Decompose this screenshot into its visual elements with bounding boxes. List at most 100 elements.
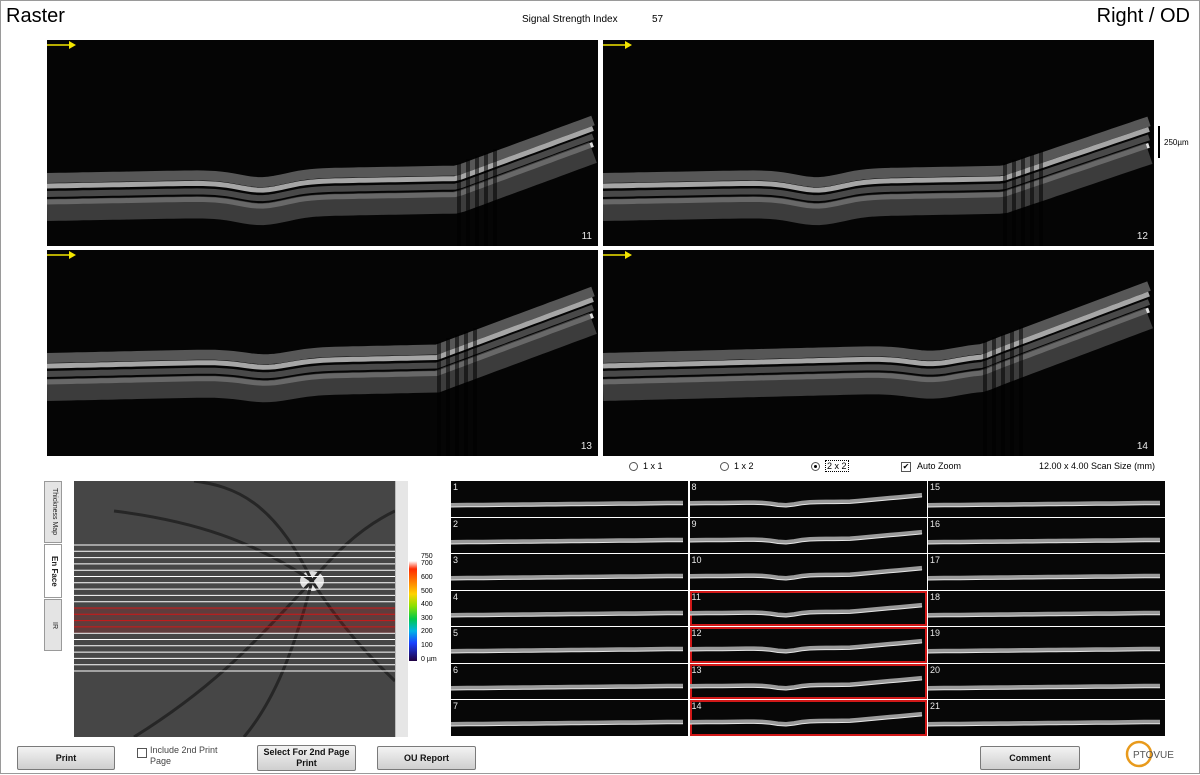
vessel-shadow <box>1030 153 1034 246</box>
en-face-scroll-edge <box>395 481 408 737</box>
thumbnail-oct-image <box>689 565 922 581</box>
vessel-shadow <box>992 337 996 456</box>
thumbnail-oct-image <box>689 711 922 727</box>
tab-thickness-map[interactable]: Thickness Map <box>44 481 62 543</box>
layout-1x1-label: 1 x 1 <box>643 461 663 471</box>
thickness-color-scale <box>409 561 417 661</box>
bscan-thumbnail[interactable]: 7 <box>451 700 688 736</box>
thumbnail-oct-image <box>689 529 922 545</box>
arrow-icon <box>47 251 76 259</box>
checkmark-icon: ✔ <box>901 461 911 472</box>
bscan-thumbnail[interactable]: 19 <box>928 627 1165 663</box>
bscan-thumbnail[interactable]: 4 <box>451 590 688 626</box>
thumbnail-oct-image <box>928 683 1161 690</box>
bscan-panel[interactable]: 13 <box>47 250 598 456</box>
thumbnail-number: 14 <box>691 701 702 711</box>
radio-selected-icon <box>811 462 820 472</box>
vessel-shadow <box>1001 333 1005 456</box>
thumbnail-number: 13 <box>691 664 702 675</box>
thumbnail-number: 21 <box>930 701 941 711</box>
bscan-panel[interactable]: 11 <box>47 40 598 246</box>
logo-mark: PTOVUE <box>1125 740 1174 768</box>
comment-button[interactable]: Comment <box>980 746 1080 770</box>
scale-bar-label: 250µm <box>1164 138 1189 147</box>
tab-ir[interactable]: IR <box>44 599 62 651</box>
bscan-thumbnail[interactable]: 2 <box>451 517 688 553</box>
retina-oct-image <box>47 115 597 246</box>
bscan-thumbnail[interactable]: 15 <box>928 481 1165 517</box>
thumbnail-oct-image <box>928 573 1161 581</box>
thumbnail-number: 7 <box>453 701 459 711</box>
color-scale-label: 600 <box>421 574 433 581</box>
bscan-thumbnail[interactable]: 11 <box>689 590 927 626</box>
thumbnail-number: 16 <box>930 518 941 529</box>
retina-oct-image <box>603 116 1153 246</box>
bscan-thumbnail[interactable]: 18 <box>928 590 1165 626</box>
scan-size-label: 12.00 x 4.00 Scan Size (mm) <box>1039 461 1156 471</box>
bscan-panel[interactable]: 12 <box>603 40 1154 246</box>
thumbnail-number: 8 <box>691 482 697 492</box>
signal-strength-label: Signal Strength Index <box>522 14 618 25</box>
radio-icon <box>629 462 638 472</box>
layout-2x2-option[interactable]: 2 x 2 <box>811 460 849 472</box>
signal-strength-value: 57 <box>652 14 664 25</box>
bscan-thumbnail[interactable]: 12 <box>689 627 927 663</box>
vessel-shadow <box>475 155 479 246</box>
bscan-thumbnail[interactable]: 5 <box>451 627 688 663</box>
radio-icon <box>720 462 729 472</box>
page-title: Raster <box>6 5 65 27</box>
en-face-image[interactable] <box>74 481 395 737</box>
bscan-thumbnail[interactable]: 20 <box>928 663 1165 699</box>
thumbnail-oct-image <box>451 573 684 581</box>
bscan-thumbnail[interactable]: 8 <box>689 481 927 517</box>
color-scale-label: 300 <box>421 615 433 622</box>
color-scale-label: 400 <box>421 601 433 608</box>
retina-oct-image <box>603 281 1153 456</box>
vessel-shadow <box>455 334 459 456</box>
print-button[interactable]: Print <box>17 746 115 770</box>
thumbnail-oct-image <box>689 602 922 618</box>
auto-zoom-label: Auto Zoom <box>917 461 962 471</box>
bscan-thumbnail[interactable]: 1 <box>451 481 688 517</box>
layout-2x2-label: 2 x 2 <box>825 460 849 472</box>
vessel-shadow <box>1021 156 1025 246</box>
thumbnail-number: 9 <box>691 518 697 529</box>
layout-1x2-option[interactable]: 1 x 2 <box>720 461 754 472</box>
bscan-thumbnail[interactable]: 21 <box>928 700 1165 736</box>
thumbnail-oct-image <box>928 500 1161 508</box>
bscan-thumbnail[interactable]: 3 <box>451 554 688 590</box>
bscan-thumbnail[interactable]: 16 <box>928 517 1165 553</box>
vessel-shadow <box>1010 330 1014 456</box>
vessel-shadow <box>446 338 450 456</box>
auto-zoom-checkbox[interactable]: ✔ Auto Zoom <box>901 461 961 472</box>
thumbnail-number: 3 <box>453 555 459 565</box>
arrow-icon <box>603 41 632 49</box>
color-scale-label: 200 <box>421 628 433 635</box>
thumbnail-oct-image <box>451 500 684 508</box>
selected-scan-region <box>74 608 395 633</box>
bscan-thumbnail[interactable]: 6 <box>451 663 688 699</box>
vessel-shadow <box>437 341 441 456</box>
thumbnail-oct-image <box>451 683 684 690</box>
select-for-2nd-page-print-button[interactable]: Select For 2nd Page Print <box>257 745 356 771</box>
layout-1x1-option[interactable]: 1 x 1 <box>629 461 663 472</box>
bscan-thumbnail[interactable]: 13 <box>689 663 927 699</box>
bscan-panel[interactable]: 14 <box>603 250 1154 456</box>
color-scale-label: 100 <box>421 642 433 649</box>
thumbnail-oct-image <box>928 537 1161 544</box>
thumbnail-number: 4 <box>453 591 459 602</box>
vessel-shadow <box>1019 326 1023 456</box>
tab-en-face[interactable]: En Face <box>44 544 62 598</box>
arrow-icon <box>47 41 76 49</box>
vessel-shadow <box>1039 150 1043 246</box>
arrow-icon <box>603 251 632 259</box>
bscan-thumbnail[interactable]: 17 <box>928 554 1165 590</box>
thumbnail-oct-image <box>451 537 684 544</box>
vessel-shadow <box>466 159 470 246</box>
bscan-thumbnail[interactable]: 10 <box>689 554 927 590</box>
thumbnail-number: 11 <box>691 591 701 602</box>
include-2nd-print-page-checkbox[interactable]: Include 2nd Print Page <box>137 745 240 767</box>
bscan-thumbnail[interactable]: 9 <box>689 517 927 553</box>
bscan-thumbnail[interactable]: 14 <box>689 700 927 736</box>
ou-report-button[interactable]: OU Report <box>377 746 476 770</box>
